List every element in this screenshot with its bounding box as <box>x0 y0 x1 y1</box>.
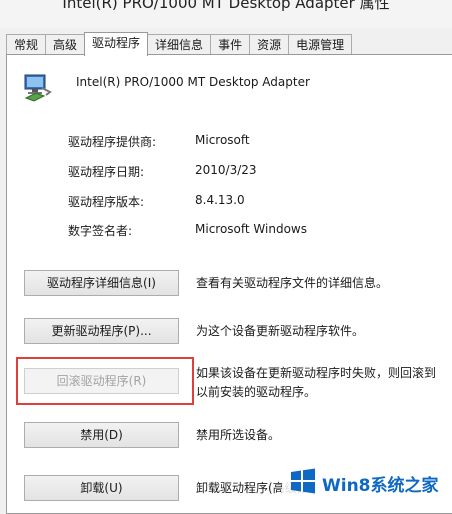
tab-advanced[interactable]: 高级 <box>45 34 86 55</box>
uninstall-driver-button[interactable]: 卸载(U) <box>24 475 179 501</box>
signer-label: 数字签名者: <box>68 224 133 238</box>
update-driver-description: 为这个设备更新驱动程序软件。 <box>196 324 365 338</box>
disable-device-description: 禁用所选设备。 <box>196 428 281 442</box>
network-adapter-icon <box>22 72 54 104</box>
tab-bar: 常规 高级 驱动程序 详细信息 事件 资源 电源管理 <box>6 32 353 56</box>
provider-label: 驱动程序提供商: <box>68 135 157 149</box>
version-label: 驱动程序版本: <box>68 195 145 209</box>
device-name: Intel(R) PRO/1000 MT Desktop Adapter <box>76 75 310 89</box>
tab-resources[interactable]: 资源 <box>249 34 290 55</box>
tab-general[interactable]: 常规 <box>6 34 47 55</box>
tab-events[interactable]: 事件 <box>210 34 251 55</box>
windows-logo-icon <box>290 468 316 494</box>
window-title: Intel(R) PRO/1000 MT Desktop Adapter 属性 <box>62 0 390 12</box>
date-label: 驱动程序日期: <box>68 165 145 179</box>
rollback-highlight-box <box>16 357 194 405</box>
watermark-text: Win8系统之家 <box>322 476 439 496</box>
window-titlebar: Intel(R) PRO/1000 MT Desktop Adapter 属性 <box>0 0 452 28</box>
tab-power-management[interactable]: 电源管理 <box>288 34 353 55</box>
version-value: 8.4.13.0 <box>195 193 245 207</box>
date-value: 2010/3/23 <box>195 163 257 177</box>
tab-driver[interactable]: 驱动程序 <box>84 32 149 56</box>
driver-details-button[interactable]: 驱动程序详细信息(I) <box>24 270 179 296</box>
disable-device-button[interactable]: 禁用(D) <box>24 422 179 448</box>
signer-value: Microsoft Windows <box>195 222 307 236</box>
update-driver-button[interactable]: 更新驱动程序(P)... <box>24 318 179 344</box>
watermark: Win8系统之家 <box>282 462 452 502</box>
provider-value: Microsoft <box>195 133 250 147</box>
tab-details[interactable]: 详细信息 <box>147 34 212 55</box>
driver-details-description: 查看有关驱动程序文件的详细信息。 <box>196 276 389 290</box>
rollback-driver-description: 如果该设备在更新驱动程序时失败，则回滚到以前安装的驱动程序。 <box>196 366 437 399</box>
